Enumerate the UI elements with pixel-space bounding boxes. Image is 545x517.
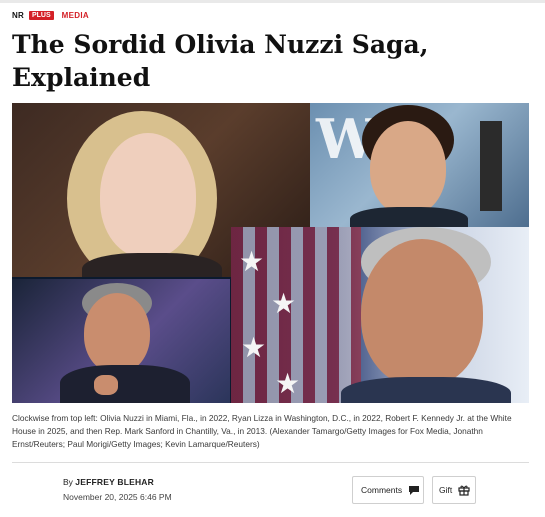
plus-badge: PLUS (28, 11, 54, 20)
author-link[interactable]: JEFFREY BLEHAR (75, 477, 154, 487)
speech-bubble-icon (408, 485, 420, 496)
brand-label: NR (12, 11, 24, 20)
photo-collage: W ★ ★ ★ ★ (12, 103, 529, 403)
photo-robert-f-kennedy-jr: ★ ★ ★ ★ (231, 227, 529, 403)
byline-prefix: By (63, 477, 73, 487)
gift-label: Gift (439, 485, 453, 495)
divider (12, 462, 529, 463)
comments-button[interactable]: Comments (352, 476, 424, 504)
publish-date: November 20, 2025 6:46 PM (63, 492, 172, 502)
photo-mark-sanford (12, 279, 230, 403)
section-link[interactable]: MEDIA (62, 11, 89, 20)
photo-ryan-lizza: W (310, 103, 529, 227)
byline: By JEFFREY BLEHAR (63, 477, 154, 487)
top-border (0, 0, 545, 3)
gift-button[interactable]: Gift (432, 476, 476, 504)
gift-icon (458, 484, 470, 496)
article-kicker: NR PLUS MEDIA (12, 11, 89, 20)
comments-label: Comments (361, 485, 403, 495)
image-caption: Clockwise from top left: Olivia Nuzzi in… (12, 413, 512, 449)
article-headline: The Sordid Olivia Nuzzi Saga, Explained (12, 30, 429, 92)
